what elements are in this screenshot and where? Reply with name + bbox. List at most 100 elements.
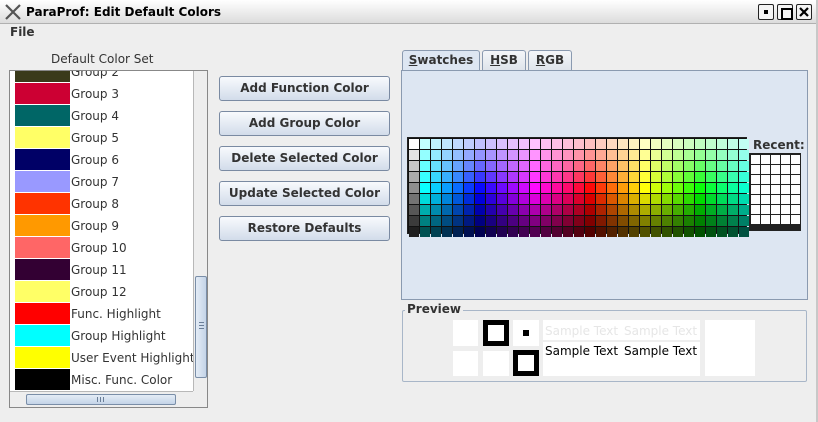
swatch-cell[interactable] bbox=[618, 150, 628, 160]
update-selected-color-button[interactable]: Update Selected Color bbox=[219, 181, 390, 206]
swatch-cell[interactable] bbox=[453, 205, 463, 215]
color-list-item[interactable]: Group 5 bbox=[10, 127, 193, 149]
swatch-cell[interactable] bbox=[596, 161, 606, 171]
swatch-cell[interactable] bbox=[519, 205, 529, 215]
swatch-grid[interactable] bbox=[407, 137, 749, 237]
swatch-cell[interactable] bbox=[530, 172, 540, 182]
recent-swatch-cell[interactable] bbox=[771, 155, 780, 164]
swatch-cell[interactable] bbox=[629, 150, 639, 160]
swatch-cell[interactable] bbox=[728, 227, 738, 237]
add-function-color-button[interactable]: Add Function Color bbox=[219, 76, 390, 101]
swatch-cell[interactable] bbox=[420, 183, 430, 193]
swatch-cell[interactable] bbox=[585, 194, 595, 204]
swatch-cell[interactable] bbox=[706, 227, 716, 237]
recent-swatch-cell[interactable] bbox=[761, 205, 770, 214]
swatch-cell[interactable] bbox=[530, 161, 540, 171]
swatch-cell[interactable] bbox=[530, 150, 540, 160]
swatch-cell[interactable] bbox=[497, 161, 507, 171]
color-list-item[interactable]: Group 10 bbox=[10, 237, 193, 259]
swatch-cell[interactable] bbox=[475, 227, 485, 237]
swatch-cell[interactable] bbox=[673, 205, 683, 215]
swatch-cell[interactable] bbox=[464, 194, 474, 204]
swatch-cell[interactable] bbox=[684, 172, 694, 182]
swatch-cell[interactable] bbox=[486, 227, 496, 237]
swatch-cell[interactable] bbox=[607, 205, 617, 215]
recent-swatch-cell[interactable] bbox=[771, 215, 780, 224]
swatch-cell[interactable] bbox=[497, 172, 507, 182]
swatch-cell[interactable] bbox=[552, 216, 562, 226]
color-list-item[interactable]: Group 8 bbox=[10, 193, 193, 215]
swatch-cell[interactable] bbox=[629, 172, 639, 182]
swatch-cell[interactable] bbox=[464, 216, 474, 226]
swatch-cell[interactable] bbox=[618, 172, 628, 182]
swatch-cell[interactable] bbox=[552, 205, 562, 215]
swatch-cell[interactable] bbox=[574, 161, 584, 171]
swatch-cell[interactable] bbox=[717, 150, 727, 160]
swatch-cell[interactable] bbox=[574, 150, 584, 160]
recent-swatch-cell[interactable] bbox=[751, 195, 760, 204]
swatch-cell[interactable] bbox=[530, 227, 540, 237]
swatch-cell[interactable] bbox=[497, 216, 507, 226]
swatch-cell[interactable] bbox=[684, 227, 694, 237]
swatch-cell[interactable] bbox=[552, 150, 562, 160]
swatch-cell[interactable] bbox=[717, 161, 727, 171]
swatch-cell[interactable] bbox=[596, 183, 606, 193]
recent-swatch-cell[interactable] bbox=[771, 175, 780, 184]
swatch-cell[interactable] bbox=[508, 139, 518, 149]
horizontal-scrollbar[interactable] bbox=[10, 391, 193, 407]
swatch-cell[interactable] bbox=[497, 150, 507, 160]
swatch-cell[interactable] bbox=[651, 150, 661, 160]
maximize-button[interactable] bbox=[777, 4, 793, 20]
swatch-cell[interactable] bbox=[574, 216, 584, 226]
swatch-cell[interactable] bbox=[486, 139, 496, 149]
swatch-cell[interactable] bbox=[530, 216, 540, 226]
swatch-cell[interactable] bbox=[596, 172, 606, 182]
swatch-cell[interactable] bbox=[475, 183, 485, 193]
swatch-cell[interactable] bbox=[684, 139, 694, 149]
swatch-cell[interactable] bbox=[585, 150, 595, 160]
swatch-cell[interactable] bbox=[706, 216, 716, 226]
recent-swatch-cell[interactable] bbox=[751, 165, 760, 174]
swatch-cell[interactable] bbox=[640, 227, 650, 237]
swatch-cell[interactable] bbox=[409, 205, 419, 215]
recent-swatch-cell[interactable] bbox=[771, 185, 780, 194]
swatch-cell[interactable] bbox=[442, 194, 452, 204]
swatch-cell[interactable] bbox=[717, 205, 727, 215]
swatch-cell[interactable] bbox=[574, 183, 584, 193]
recent-swatch-cell[interactable] bbox=[761, 165, 770, 174]
swatch-cell[interactable] bbox=[486, 172, 496, 182]
swatch-cell[interactable] bbox=[464, 139, 474, 149]
recent-swatch-cell[interactable] bbox=[781, 185, 790, 194]
swatch-cell[interactable] bbox=[651, 139, 661, 149]
swatch-cell[interactable] bbox=[519, 194, 529, 204]
swatch-cell[interactable] bbox=[651, 161, 661, 171]
swatch-cell[interactable] bbox=[497, 227, 507, 237]
swatch-cell[interactable] bbox=[607, 183, 617, 193]
swatch-cell[interactable] bbox=[706, 161, 716, 171]
swatch-cell[interactable] bbox=[563, 227, 573, 237]
swatch-cell[interactable] bbox=[508, 194, 518, 204]
swatch-cell[interactable] bbox=[563, 194, 573, 204]
color-list-item[interactable]: Group 7 bbox=[10, 171, 193, 193]
swatch-cell[interactable] bbox=[684, 216, 694, 226]
swatch-cell[interactable] bbox=[541, 216, 551, 226]
swatch-cell[interactable] bbox=[420, 172, 430, 182]
swatch-cell[interactable] bbox=[728, 139, 738, 149]
swatch-cell[interactable] bbox=[486, 183, 496, 193]
swatch-cell[interactable] bbox=[585, 172, 595, 182]
recent-swatch-cell[interactable] bbox=[791, 175, 800, 184]
swatch-cell[interactable] bbox=[629, 227, 639, 237]
swatch-cell[interactable] bbox=[464, 227, 474, 237]
swatch-cell[interactable] bbox=[684, 150, 694, 160]
color-list-item[interactable]: Func. Highlight bbox=[10, 303, 193, 325]
vertical-scrollbar[interactable] bbox=[193, 71, 207, 391]
swatch-cell[interactable] bbox=[651, 205, 661, 215]
swatch-cell[interactable] bbox=[431, 227, 441, 237]
swatch-cell[interactable] bbox=[640, 205, 650, 215]
swatch-cell[interactable] bbox=[585, 161, 595, 171]
swatch-cell[interactable] bbox=[717, 172, 727, 182]
swatch-cell[interactable] bbox=[420, 161, 430, 171]
swatch-cell[interactable] bbox=[508, 161, 518, 171]
swatch-cell[interactable] bbox=[662, 161, 672, 171]
recent-swatch-cell[interactable] bbox=[781, 165, 790, 174]
